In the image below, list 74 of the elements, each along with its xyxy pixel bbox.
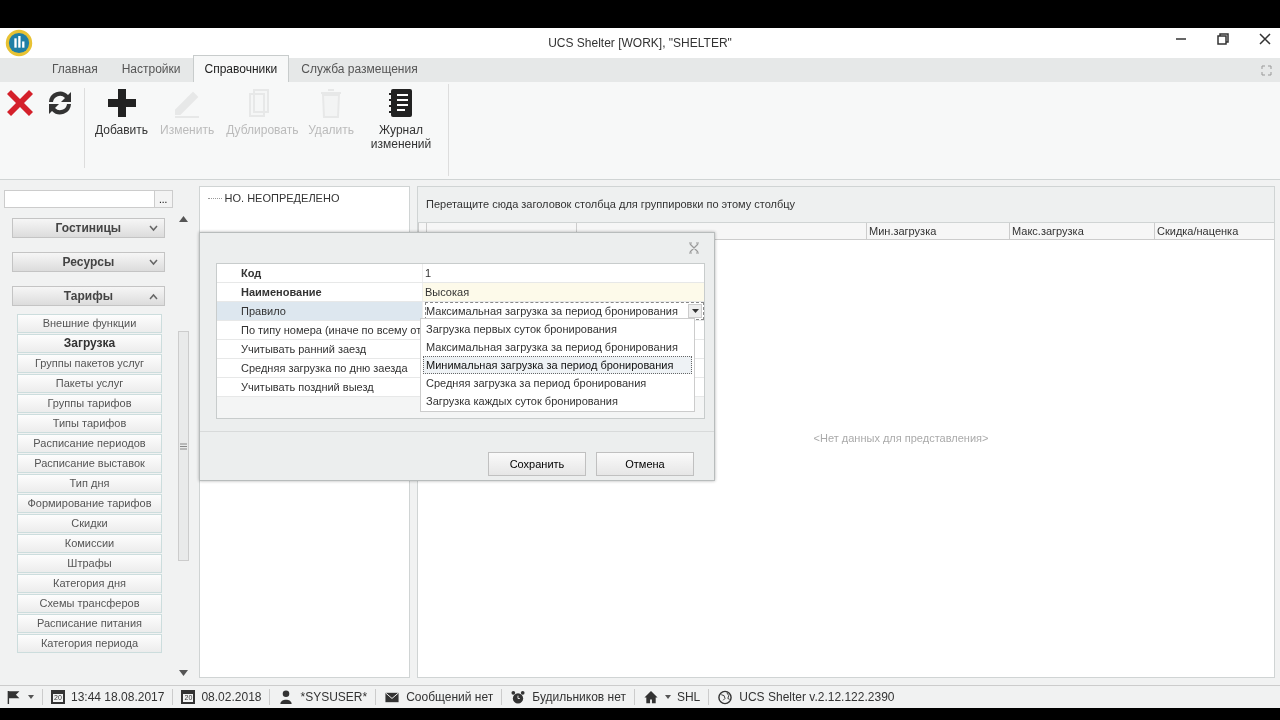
dropdown-option[interactable]: Минимальная загрузка за период бронирования bbox=[423, 356, 692, 374]
field-label: Правило bbox=[217, 302, 422, 320]
field-label: Учитывать поздний выезд bbox=[240, 380, 375, 395]
field-label: Код bbox=[240, 266, 263, 281]
restore-icon[interactable] bbox=[1216, 32, 1230, 46]
empty-message: <Нет данных для представления> bbox=[813, 431, 989, 447]
group-header[interactable]: Тарифы bbox=[12, 286, 165, 306]
app-logo-icon[interactable] bbox=[5, 29, 33, 57]
sidebar-item[interactable]: Пакеты услуг bbox=[17, 374, 162, 393]
search-field[interactable]: ... bbox=[4, 190, 173, 208]
status-text: SHL bbox=[676, 689, 701, 706]
scrollbar[interactable] bbox=[176, 216, 191, 676]
sidebar-item[interactable]: Скидки bbox=[17, 514, 162, 533]
status-text: UCS Shelter v.2.12.122.2390 bbox=[739, 689, 895, 706]
sidebar-item[interactable]: Загрузка bbox=[17, 334, 162, 353]
field-label: Средняя загрузка по дню заезда bbox=[240, 361, 409, 376]
tab[interactable]: Справочники bbox=[192, 55, 290, 82]
save-button[interactable]: Сохранить bbox=[488, 452, 586, 476]
status-text: Сообщений нет bbox=[406, 689, 494, 706]
dropdown-option[interactable]: Средняя загрузка за период бронирования bbox=[423, 374, 692, 392]
status-text: 08.02.2018 bbox=[201, 689, 262, 706]
group-header[interactable]: Ресурсы bbox=[12, 252, 165, 272]
journal-button[interactable]: Журнал изменений bbox=[360, 82, 442, 155]
caret-icon[interactable] bbox=[28, 695, 34, 699]
dropdown-option[interactable]: Максимальная загрузка за период бронирования bbox=[423, 338, 692, 356]
caret-icon bbox=[691, 309, 699, 313]
sidebar-item[interactable]: Внешние функции bbox=[17, 314, 162, 333]
name-field[interactable]: Высокая bbox=[425, 286, 470, 298]
sidebar-item[interactable]: Категория дня bbox=[17, 574, 162, 593]
sidebar-item[interactable]: Комиссии bbox=[17, 534, 162, 553]
close-icon[interactable] bbox=[1258, 32, 1272, 46]
field-label: Наименование bbox=[240, 285, 323, 300]
code-field[interactable]: 1 bbox=[425, 267, 432, 279]
sidebar-item[interactable]: Расписание питания bbox=[17, 614, 162, 633]
sidebar-item[interactable]: Тип дня bbox=[17, 474, 162, 493]
tree-node[interactable]: НО. НЕОПРЕДЕЛЕНО bbox=[224, 190, 340, 207]
tab[interactable]: Служба размещения bbox=[289, 55, 430, 82]
chevron-icon bbox=[148, 259, 158, 266]
field-label: По типу номера (иначе по всему от bbox=[240, 323, 422, 338]
column-header[interactable]: Мин.загрузка bbox=[866, 223, 1009, 239]
chevron-icon bbox=[148, 225, 158, 232]
cancel-button[interactable]: Отмена bbox=[596, 452, 694, 476]
window-title: UCS Shelter [WORK], "SHELTER" bbox=[548, 35, 732, 52]
column-header[interactable]: Макс.загрузка bbox=[1009, 223, 1154, 239]
flag-icon[interactable] bbox=[6, 689, 22, 705]
scroll-up-icon[interactable] bbox=[179, 216, 189, 222]
field-label: Учитывать ранний заезд bbox=[240, 342, 368, 357]
tab[interactable]: Настройки bbox=[109, 55, 193, 82]
sidebar-item[interactable]: Расписание периодов bbox=[17, 434, 162, 453]
column-header[interactable]: Скидка/наценка bbox=[1154, 223, 1274, 239]
caret-icon[interactable] bbox=[664, 695, 671, 699]
sidebar-item[interactable]: Штрафы bbox=[17, 554, 162, 573]
tab[interactable]: Главная bbox=[40, 55, 110, 82]
sidebar-item[interactable]: Схемы трансферов bbox=[17, 594, 162, 613]
sidebar-item[interactable]: Категория периода bbox=[17, 634, 162, 653]
sidebar-item[interactable]: Формирование тарифов bbox=[17, 494, 162, 513]
sidebar-item[interactable]: Типы тарифов bbox=[17, 414, 162, 433]
alarm-clock-icon[interactable] bbox=[510, 689, 527, 705]
status-text: *SYSUSER* bbox=[300, 689, 368, 706]
add-button[interactable]: Добавить bbox=[89, 82, 155, 141]
status-text: Будильников нет bbox=[532, 689, 626, 706]
scroll-down-icon[interactable] bbox=[179, 670, 189, 676]
sidebar-item[interactable]: Расписание выставок bbox=[17, 454, 162, 473]
group-header[interactable]: Гостиницы bbox=[12, 218, 165, 238]
sidebar-item[interactable]: Группы тарифов bbox=[17, 394, 162, 413]
dropdown-option[interactable]: Загрузка первых суток бронирования bbox=[423, 320, 692, 338]
globe-icon[interactable] bbox=[717, 689, 734, 705]
status-text: 13:44 18.08.2017 bbox=[71, 689, 165, 706]
chevron-icon bbox=[148, 293, 158, 300]
group-by-hint: Перетащите сюда заголовок столбца для группировки по этому столбцу bbox=[426, 197, 796, 213]
home-icon[interactable] bbox=[642, 689, 659, 705]
scroll-thumb[interactable] bbox=[178, 331, 190, 561]
sidebar-item[interactable]: Группы пакетов услуг bbox=[17, 354, 162, 373]
dropdown-option[interactable]: Загрузка каждых суток бронирования bbox=[423, 392, 692, 410]
